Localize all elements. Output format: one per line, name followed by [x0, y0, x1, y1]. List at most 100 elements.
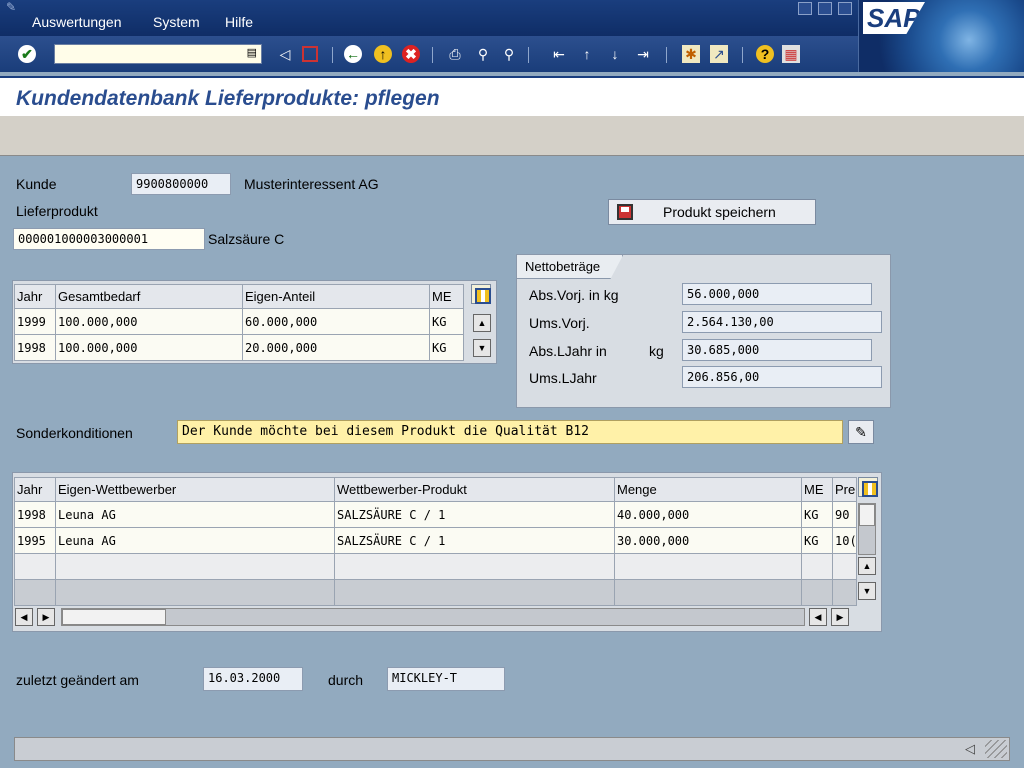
- col-header-me[interactable]: ME: [429, 284, 464, 309]
- cell-gesamtbedarf[interactable]: 100.000,000: [55, 334, 243, 361]
- cell-wettbewerber-produkt[interactable]: SALZSÄURE C / 1: [334, 527, 615, 554]
- cell-gesamtbedarf[interactable]: 100.000,000: [55, 308, 243, 335]
- find-next-icon[interactable]: ⚲: [500, 45, 518, 63]
- history-icon[interactable]: ▤: [247, 46, 257, 59]
- maximize-button[interactable]: [818, 2, 832, 15]
- cell-jahr[interactable]: 1999: [14, 308, 56, 335]
- cell-empty[interactable]: [832, 553, 857, 580]
- cell-empty[interactable]: [614, 579, 802, 606]
- scroll-right-icon[interactable]: ▶: [37, 608, 55, 626]
- help-icon[interactable]: ?: [756, 45, 774, 63]
- shortcut-icon[interactable]: ↗: [710, 45, 728, 63]
- column-settings-icon[interactable]: [471, 284, 491, 304]
- table-row[interactable]: [14, 553, 857, 580]
- cell-empty[interactable]: [614, 553, 802, 580]
- product-number-field[interactable]: 000001000003000001: [13, 228, 205, 250]
- cell-menge[interactable]: 30.000,000: [614, 527, 802, 554]
- cell-empty[interactable]: [55, 579, 335, 606]
- col-header-jahr[interactable]: Jahr: [14, 477, 56, 502]
- menu-auswertungen[interactable]: Auswertungen: [32, 14, 122, 30]
- demand-table: Jahr Gesamtbedarf Eigen-Anteil ME 1999 1…: [14, 284, 464, 361]
- table-row[interactable]: 1998 100.000,000 20.000,000 KG: [14, 334, 464, 361]
- cell-me[interactable]: KG: [429, 334, 464, 361]
- col-header-gesamtbedarf[interactable]: Gesamtbedarf: [55, 284, 243, 309]
- save-icon[interactable]: [302, 46, 318, 62]
- first-page-icon[interactable]: ⇤: [550, 45, 568, 63]
- vertical-scrollbar[interactable]: [858, 503, 876, 555]
- col-header-preis[interactable]: Pre: [832, 477, 857, 502]
- cell-empty[interactable]: [334, 579, 615, 606]
- scroll-right-icon[interactable]: ▶: [831, 608, 849, 626]
- enter-icon[interactable]: ✔: [18, 45, 36, 63]
- cell-jahr[interactable]: 1998: [14, 501, 56, 528]
- table-row[interactable]: 1998 Leuna AG SALZSÄURE C / 1 40.000,000…: [14, 501, 857, 528]
- exit-icon[interactable]: ↑: [374, 45, 392, 63]
- cell-jahr[interactable]: 1995: [14, 527, 56, 554]
- cell-empty[interactable]: [14, 553, 56, 580]
- cell-empty[interactable]: [334, 553, 615, 580]
- find-icon[interactable]: ⚲: [474, 45, 492, 63]
- previous-page-icon[interactable]: ↑: [578, 45, 596, 63]
- scroll-up-icon[interactable]: ▲: [858, 557, 876, 575]
- menu-icon[interactable]: ✎: [6, 0, 16, 14]
- col-header-menge[interactable]: Menge: [614, 477, 802, 502]
- col-header-jahr[interactable]: Jahr: [14, 284, 56, 309]
- table-row[interactable]: 1999 100.000,000 60.000,000 KG: [14, 308, 464, 335]
- create-session-icon[interactable]: ✱: [682, 45, 700, 63]
- scroll-up-icon[interactable]: ▲: [473, 314, 491, 332]
- status-expand-icon[interactable]: ◁: [965, 741, 975, 757]
- scroll-left-icon[interactable]: ◀: [15, 608, 33, 626]
- cell-empty[interactable]: [832, 579, 857, 606]
- edit-icon: ✎: [855, 424, 867, 440]
- special-conditions-input[interactable]: Der Kunde möchte bei diesem Produkt die …: [177, 420, 843, 444]
- netto-label-abs-vorj: Abs.Vorj. in kg: [529, 287, 619, 303]
- scroll-down-icon[interactable]: ▼: [858, 582, 876, 600]
- cell-empty[interactable]: [14, 579, 56, 606]
- last-page-icon[interactable]: ⇥: [634, 45, 652, 63]
- back-icon[interactable]: ◁: [276, 45, 294, 63]
- menu-system[interactable]: System: [153, 14, 200, 30]
- horizontal-scrollbar[interactable]: [61, 608, 805, 626]
- cell-me[interactable]: KG: [801, 527, 833, 554]
- cell-preis[interactable]: 10(: [832, 527, 857, 554]
- cell-empty[interactable]: [801, 553, 833, 580]
- save-product-button[interactable]: Produkt speichern: [608, 199, 816, 225]
- col-header-eigen-wettbewerber[interactable]: Eigen-Wettbewerber: [55, 477, 335, 502]
- print-icon[interactable]: ⎙: [446, 45, 464, 63]
- cell-me[interactable]: KG: [801, 501, 833, 528]
- product-label: Lieferprodukt: [16, 203, 98, 219]
- command-field[interactable]: ▤: [54, 44, 262, 64]
- table-row[interactable]: 1995 Leuna AG SALZSÄURE C / 1 30.000,000…: [14, 527, 857, 554]
- cell-wettbewerber-produkt[interactable]: SALZSÄURE C / 1: [334, 501, 615, 528]
- close-window-button[interactable]: [838, 2, 852, 15]
- next-page-icon[interactable]: ↓: [606, 45, 624, 63]
- scroll-down-icon[interactable]: ▼: [473, 339, 491, 357]
- col-header-eigen-anteil[interactable]: Eigen-Anteil: [242, 284, 430, 309]
- menu-hilfe[interactable]: Hilfe: [225, 14, 253, 30]
- cell-me[interactable]: KG: [429, 308, 464, 335]
- cell-eigen-anteil[interactable]: 60.000,000: [242, 308, 430, 335]
- cell-jahr[interactable]: 1998: [14, 334, 56, 361]
- cell-preis[interactable]: 90: [832, 501, 857, 528]
- cell-eigen-wettbewerber[interactable]: Leuna AG: [55, 527, 335, 554]
- cancel-icon[interactable]: ✖: [402, 45, 420, 63]
- status-bar: ◁: [14, 737, 1010, 761]
- horizontal-scroll-thumb[interactable]: [62, 609, 166, 625]
- layout-icon[interactable]: ▦: [782, 45, 800, 63]
- edit-text-button[interactable]: ✎: [848, 420, 874, 444]
- cell-eigen-wettbewerber[interactable]: Leuna AG: [55, 501, 335, 528]
- cell-menge[interactable]: 40.000,000: [614, 501, 802, 528]
- table-row[interactable]: [14, 579, 857, 606]
- vertical-scroll-thumb[interactable]: [859, 504, 875, 526]
- minimize-button[interactable]: [798, 2, 812, 15]
- back-green-icon[interactable]: ←: [344, 45, 362, 63]
- column-settings-icon[interactable]: [858, 477, 878, 497]
- scroll-left-icon[interactable]: ◀: [809, 608, 827, 626]
- customer-label: Kunde: [16, 176, 57, 192]
- col-header-me[interactable]: ME: [801, 477, 833, 502]
- resize-grip-icon[interactable]: [985, 740, 1007, 758]
- cell-empty[interactable]: [801, 579, 833, 606]
- col-header-wettbewerber-produkt[interactable]: Wettbewerber-Produkt: [334, 477, 615, 502]
- cell-empty[interactable]: [55, 553, 335, 580]
- cell-eigen-anteil[interactable]: 20.000,000: [242, 334, 430, 361]
